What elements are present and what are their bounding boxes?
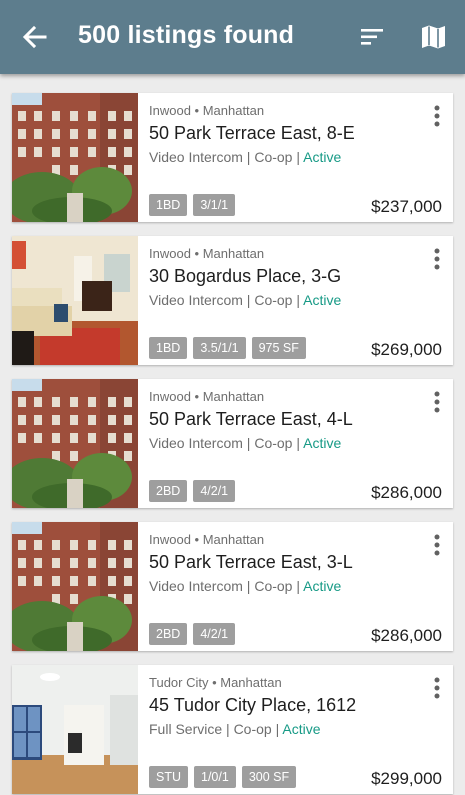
listing-status: Active [303,578,342,594]
listing-address: 45 Tudor City Place, 1612 [149,695,357,715]
listing-tag: 2BD [149,623,188,645]
listing-price: $237,000 [371,197,442,216]
listing-status: Active [282,721,321,737]
listing-card[interactable]: Inwood • Manhattan 50 Park Terrace East,… [12,93,453,222]
listing-tags: 2BD 4/2/1 [149,623,236,645]
listing-photo [12,522,138,651]
more-vert-icon[interactable] [427,675,447,701]
more-vert-icon[interactable] [427,103,447,129]
listing-address: 50 Park Terrace East, 8-E [149,123,355,143]
page-title: 500 listings found [78,21,295,49]
listing-tags: 2BD 4/2/1 [149,480,236,502]
app-bar: 500 listings found [0,0,465,74]
map-icon[interactable] [419,22,449,52]
listing-status: Active [303,149,342,165]
listing-amenity: Video Intercom [149,292,243,308]
more-vert-icon[interactable] [427,246,447,272]
listing-area: Inwood • Manhattan [149,532,265,547]
listing-address: 50 Park Terrace East, 4-L [149,409,353,429]
listing-price: $269,000 [371,340,442,359]
listing-meta: Video Intercom | Co-op | Active [149,435,342,451]
listing-tag: STU [149,766,188,788]
listing-photo [12,236,138,365]
listing-type: Co-op [254,149,293,165]
listing-address: 30 Bogardus Place, 3-G [149,266,342,286]
listing-amenity: Video Intercom [149,149,243,165]
listing-tag: 2BD [149,480,188,502]
more-vert-icon[interactable] [427,532,447,558]
listing-area: Inwood • Manhattan [149,103,265,118]
listing-type: Co-op [233,721,272,737]
more-vert-icon[interactable] [427,389,447,415]
listing-status: Active [303,292,342,308]
listing-card[interactable]: Inwood • Manhattan 50 Park Terrace East,… [12,522,453,651]
listing-tag: 1/0/1 [194,766,236,788]
back-arrow-icon[interactable] [20,22,50,52]
listing-type: Co-op [254,578,293,594]
listing-tags: 1BD 3.5/1/1 975 SF [149,337,306,359]
listing-tag: 4/2/1 [193,480,236,502]
listing-tag: 975 SF [251,337,306,359]
listing-tag: 300 SF [241,766,297,788]
listing-amenity: Full Service [149,721,223,737]
listing-card[interactable]: Inwood • Manhattan 30 Bogardus Place, 3-… [12,236,453,365]
listing-meta: Video Intercom | Co-op | Active [149,292,342,308]
listing-tag: 1BD [149,194,188,216]
listing-type: Co-op [254,292,293,308]
listing-photo [12,379,138,508]
listing-price: $299,000 [371,769,442,788]
listing-status: Active [303,435,342,451]
listing-meta: Video Intercom | Co-op | Active [149,149,342,165]
listing-meta: Full Service | Co-op | Active [149,721,321,737]
listing-price: $286,000 [371,483,442,502]
listing-tags: 1BD 3/1/1 [149,194,236,216]
listing-address: 50 Park Terrace East, 3-L [149,552,353,572]
listing-price: $286,000 [371,626,442,645]
listing-tag: 3.5/1/1 [193,337,246,359]
listing-type: Co-op [254,435,293,451]
listing-area: Inwood • Manhattan [149,246,265,261]
listing-photo [12,665,138,794]
listing-photo [12,93,138,222]
listing-card[interactable]: Tudor City • Manhattan 45 Tudor City Pla… [12,665,453,794]
listing-amenity: Video Intercom [149,578,243,594]
listing-meta: Video Intercom | Co-op | Active [149,578,342,594]
listing-tag: 3/1/1 [193,194,236,216]
listing-tag: 1BD [149,337,188,359]
sort-icon[interactable] [357,22,387,52]
listing-tags: STU 1/0/1 300 SF [149,766,297,788]
listing-list[interactable]: Inwood • Manhattan 50 Park Terrace East,… [0,74,465,795]
listing-area: Tudor City • Manhattan [149,675,282,690]
listing-area: Inwood • Manhattan [149,389,265,404]
listing-amenity: Video Intercom [149,435,243,451]
listing-card[interactable]: Inwood • Manhattan 50 Park Terrace East,… [12,379,453,508]
listing-tag: 4/2/1 [193,623,236,645]
